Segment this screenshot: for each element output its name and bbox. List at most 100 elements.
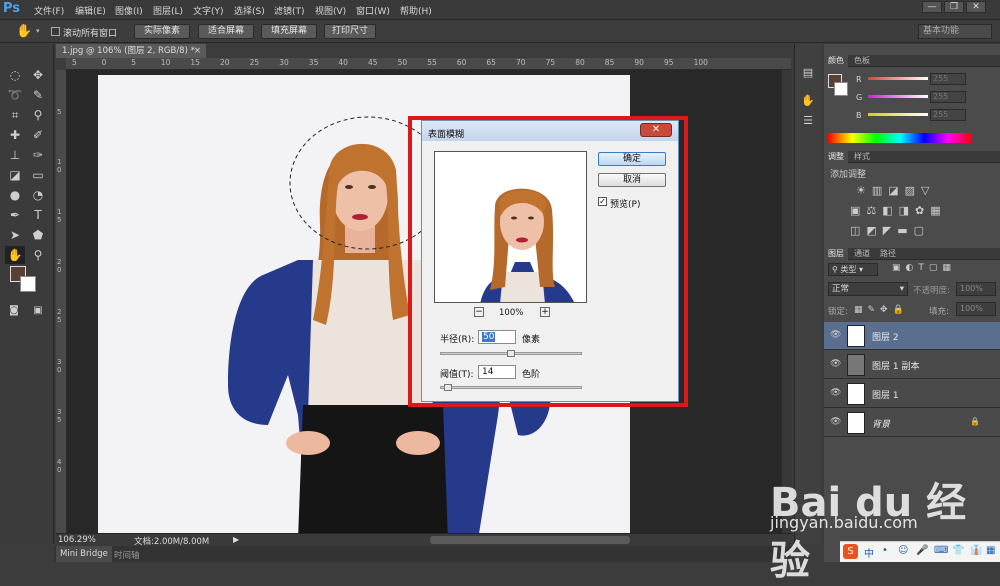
document-tab[interactable]: 1.jpg @ 106% (图层 2, RGB/8) * × [56, 44, 206, 58]
healing-brush-icon[interactable]: ✚ [5, 126, 25, 144]
history-brush-icon[interactable]: ✑ [28, 146, 48, 164]
clone-stamp-icon[interactable]: ⊥ [5, 146, 25, 164]
shape-tool-icon[interactable]: ⬟ [28, 226, 48, 244]
pen-tool-icon[interactable]: ✒ [5, 206, 25, 224]
tab-swatches[interactable]: 色板 [850, 55, 874, 67]
horizontal-scrollbar[interactable] [430, 536, 630, 544]
menu-image[interactable]: 图像(I) [115, 4, 143, 17]
dodge-tool-icon[interactable]: ◔ [28, 186, 48, 204]
channel-r-value[interactable]: 255 [930, 73, 966, 85]
history-icon[interactable]: ▤ [798, 64, 818, 82]
menu-window[interactable]: 窗口(W) [356, 4, 390, 17]
channel-g-slider[interactable] [868, 95, 928, 98]
visibility-eye-icon[interactable]: 👁 [830, 359, 841, 369]
menu-type[interactable]: 文字(Y) [193, 4, 224, 17]
tool-presets-icon[interactable]: ✋ [798, 92, 818, 110]
eraser-tool-icon[interactable]: ◪ [5, 166, 25, 184]
menu-view[interactable]: 视图(V) [315, 4, 346, 17]
visibility-eye-icon[interactable]: 👁 [830, 388, 841, 398]
color-spectrum[interactable] [828, 133, 972, 143]
eyedropper-tool-icon[interactable]: ⚲ [28, 106, 48, 124]
layer-row[interactable]: 👁 图层 1 [824, 380, 1000, 408]
preview-image[interactable] [434, 151, 587, 303]
channel-r-slider[interactable] [868, 77, 928, 80]
fit-screen-button[interactable]: 适合屏幕 [198, 24, 254, 39]
tab-timeline[interactable]: 时间轴 [114, 549, 140, 561]
close-window-button[interactable]: ✕ [966, 1, 986, 13]
move-tool-icon[interactable]: ✥ [28, 66, 48, 84]
ime-voice-icon[interactable]: 🎤 [916, 545, 928, 556]
zoom-out-button[interactable]: − [474, 307, 484, 317]
workspace-select[interactable]: 基本功能 [918, 24, 992, 39]
actual-pixels-button[interactable]: 实际像素 [134, 24, 190, 39]
tab-adjustments[interactable]: 调整 [824, 151, 848, 163]
menu-filter[interactable]: 滤镜(T) [274, 4, 305, 17]
channel-g-value[interactable]: 255 [930, 91, 966, 103]
sogou-icon[interactable]: S [843, 544, 858, 559]
menu-layer[interactable]: 图层(L) [153, 4, 183, 17]
menu-file[interactable]: 文件(F) [34, 4, 64, 17]
threshold-slider-track[interactable] [440, 386, 582, 389]
scroll-all-checkbox[interactable] [51, 27, 60, 36]
radius-input[interactable]: 50 [478, 330, 516, 344]
blend-mode-select[interactable]: 正常 ▾ [828, 282, 908, 296]
adjustment-icons-row2[interactable]: ▣⚖◧◨✿▦ [850, 204, 947, 217]
restore-button[interactable]: ❐ [944, 1, 964, 13]
channel-b-value[interactable]: 255 [930, 109, 966, 121]
layer-filter-icons[interactable]: ▣◐T▢▦ [892, 263, 956, 273]
status-menu-icon[interactable]: ▶ [233, 535, 239, 544]
ime-punct-icon[interactable]: • [882, 545, 888, 556]
fill-input[interactable]: 100% [956, 302, 996, 316]
quick-mask-icon[interactable]: ◙ [4, 302, 24, 320]
fill-screen-button[interactable]: 填充屏幕 [261, 24, 317, 39]
zoom-level[interactable]: 106.29% [58, 535, 96, 545]
tab-color[interactable]: 颜色 [824, 55, 848, 67]
lasso-tool-icon[interactable]: ➰ [5, 86, 25, 104]
screen-mode-icon[interactable]: ▣ [28, 302, 48, 320]
chevron-down-icon[interactable]: ▾ [36, 27, 40, 35]
gradient-tool-icon[interactable]: ▭ [28, 166, 48, 184]
tab-channels[interactable]: 通道 [850, 248, 874, 260]
blur-tool-icon[interactable]: ● [5, 186, 25, 204]
ime-mode-icon[interactable]: 中 [864, 545, 874, 560]
zoom-in-button[interactable]: + [540, 307, 550, 317]
layer-row[interactable]: 👁 背景 🔒 [824, 409, 1000, 437]
visibility-eye-icon[interactable]: 👁 [830, 330, 841, 340]
path-select-icon[interactable]: ➤ [5, 226, 25, 244]
crop-tool-icon[interactable]: ⌗ [5, 106, 25, 124]
hand-tool-icon[interactable]: ✋ [16, 24, 32, 39]
radius-slider-handle[interactable] [507, 350, 515, 357]
tab-layers[interactable]: 图层 [824, 248, 848, 260]
ok-button[interactable]: 确定 [598, 152, 666, 166]
dialog-close-button[interactable]: ✕ [640, 123, 672, 137]
layer-row[interactable]: 👁 图层 1 副本 [824, 351, 1000, 379]
ime-tools-icon[interactable]: 👔 [970, 545, 982, 556]
ime-keyboard-icon[interactable]: ⌨ [934, 545, 948, 556]
visibility-eye-icon[interactable]: 👁 [830, 417, 841, 427]
tab-mini-bridge[interactable]: Mini Bridge [56, 546, 112, 562]
close-tab-icon[interactable]: × [194, 44, 201, 58]
cancel-button[interactable]: 取消 [598, 173, 666, 187]
quick-select-tool-icon[interactable]: ✎ [28, 86, 48, 104]
type-tool-icon[interactable]: T [28, 206, 48, 224]
brush-tool-icon[interactable]: ✐ [28, 126, 48, 144]
threshold-slider-handle[interactable] [444, 384, 453, 391]
zoom-tool-icon[interactable]: ⚲ [28, 246, 48, 264]
menu-select[interactable]: 选择(S) [234, 4, 265, 17]
print-size-button[interactable]: 打印尺寸 [324, 24, 376, 39]
properties-icon[interactable]: ☰ [798, 112, 818, 130]
adjustment-icons-row1[interactable]: ☀▥◪▨▽ [856, 184, 936, 197]
lock-icons[interactable]: ▦✎✥🔒 [854, 305, 909, 315]
ime-grid-icon[interactable]: ▦ [986, 545, 995, 556]
color-bg-swatch[interactable] [834, 82, 848, 96]
opacity-input[interactable]: 100% [956, 282, 996, 296]
minimize-button[interactable]: — [922, 1, 942, 13]
ime-skin-icon[interactable]: 👕 [952, 545, 964, 556]
adjustment-icons-row3[interactable]: ◫◩◤▬▢ [850, 224, 930, 237]
channel-b-slider[interactable] [868, 113, 928, 116]
hand-tool-icon[interactable]: ✋ [5, 246, 25, 264]
preview-checkbox[interactable]: ✓ [598, 197, 607, 206]
menu-edit[interactable]: 编辑(E) [75, 4, 106, 17]
background-color-swatch[interactable] [20, 276, 36, 292]
tab-styles[interactable]: 样式 [850, 151, 874, 163]
